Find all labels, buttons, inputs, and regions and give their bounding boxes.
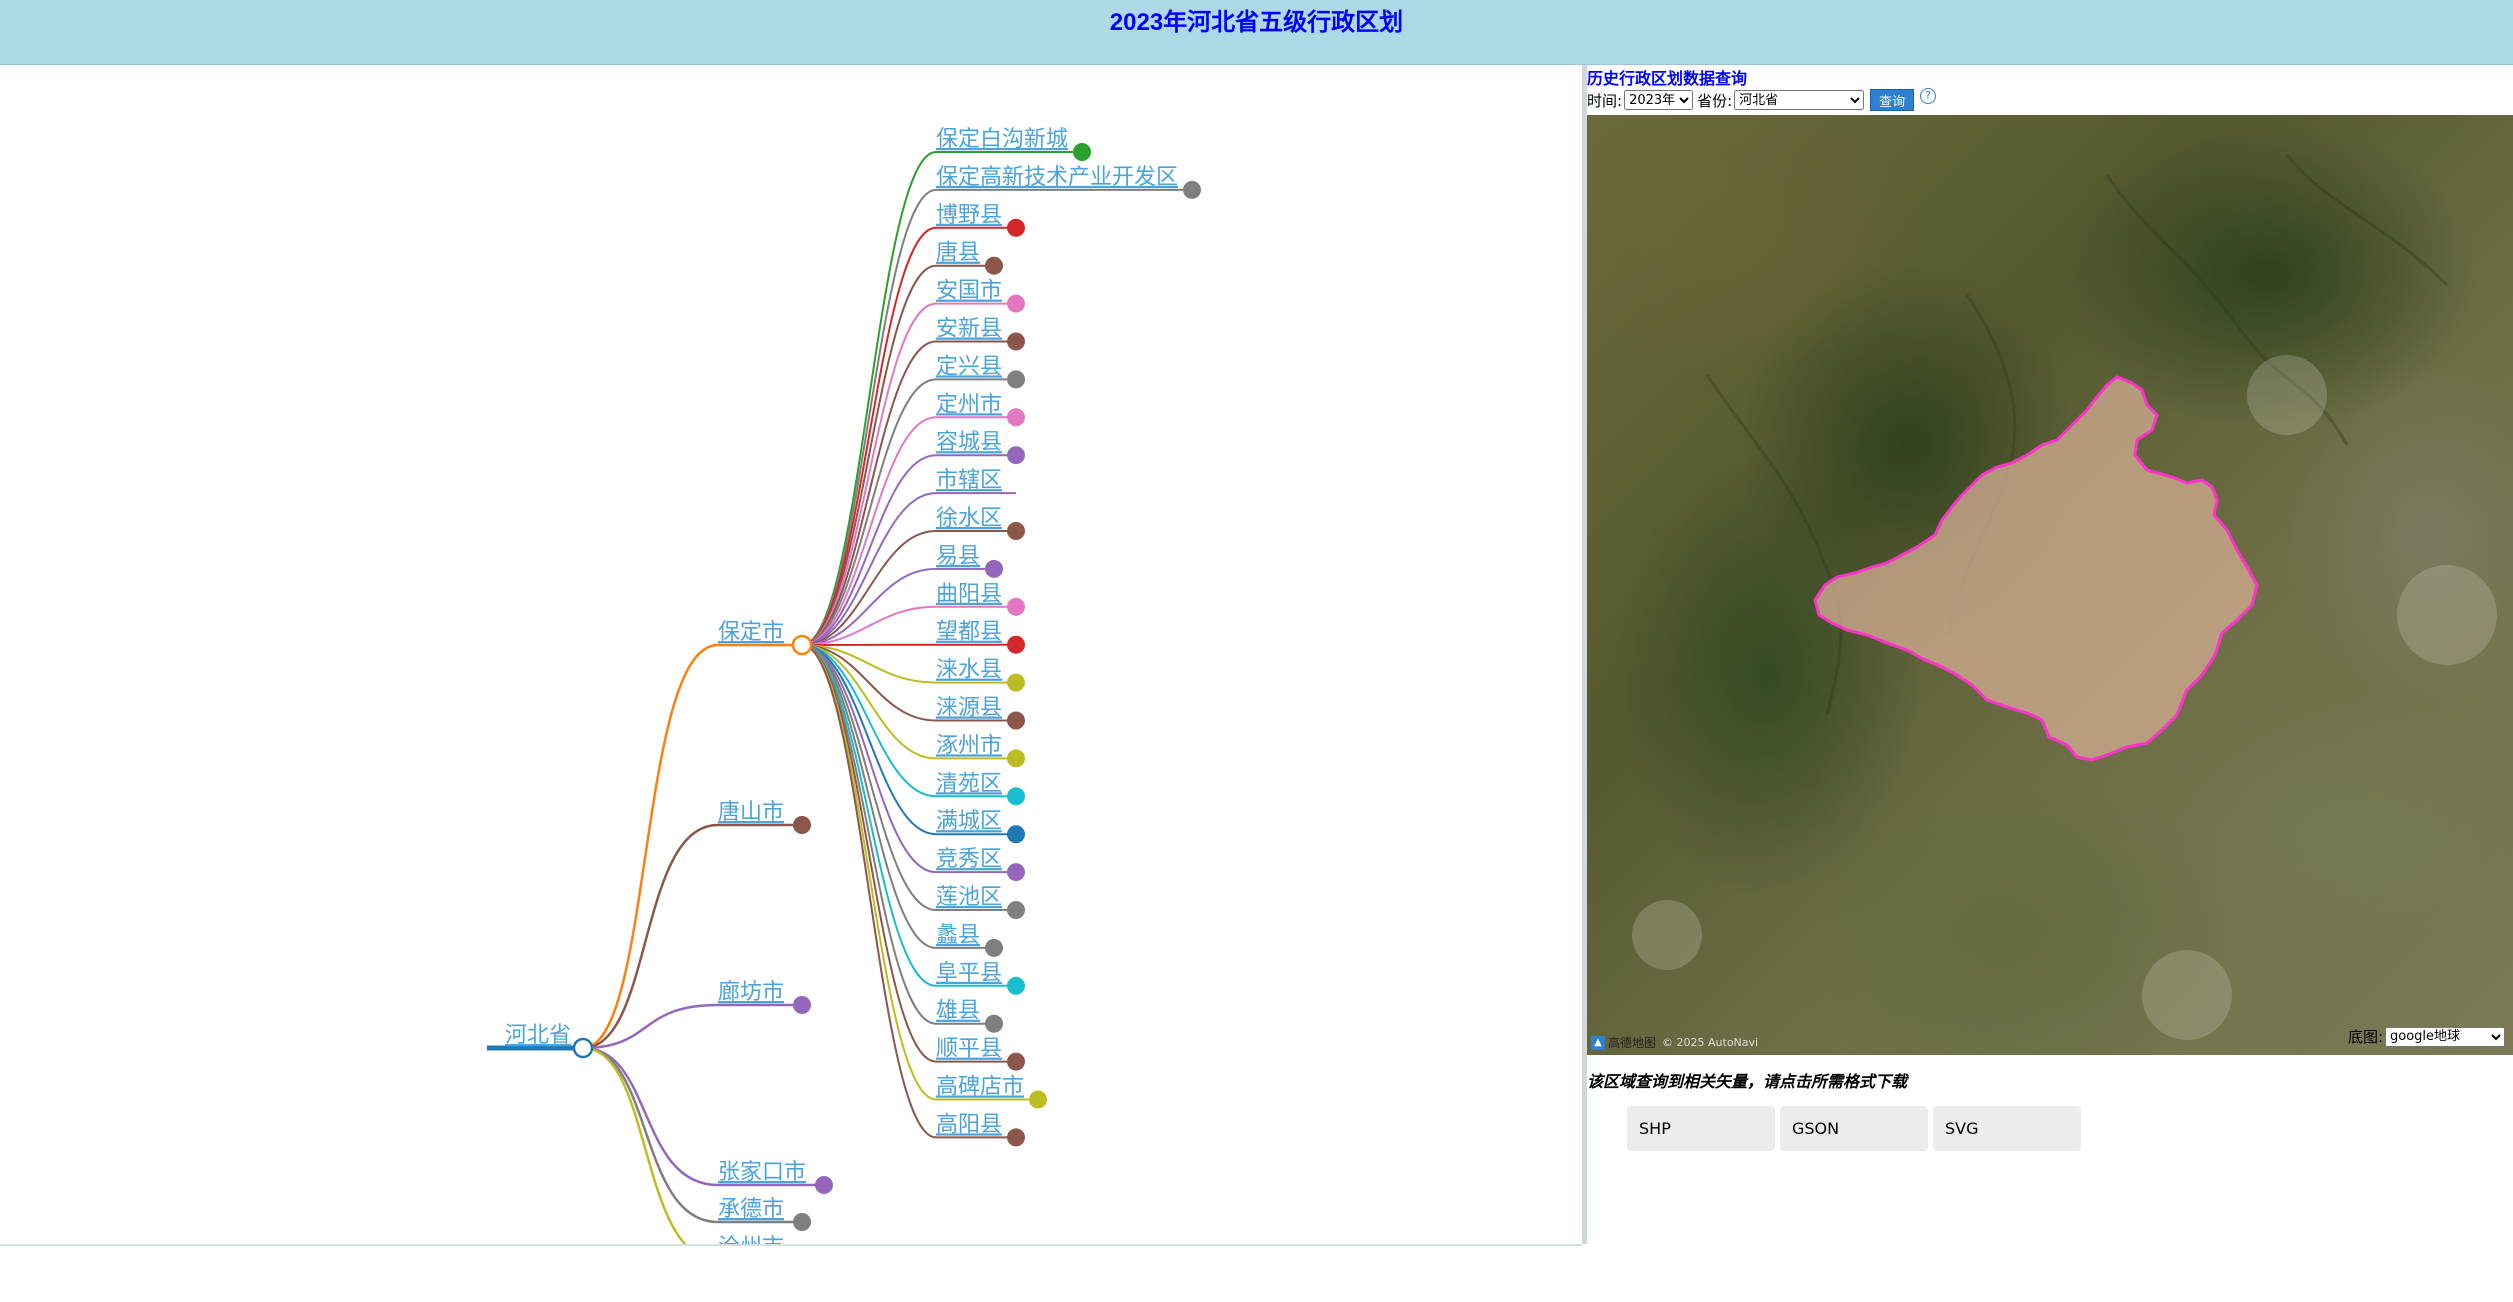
map-overlay — [1632, 154, 2497, 1040]
tree-node-county-label[interactable]: 定兴县 — [936, 354, 1002, 379]
tree-node-county-dot[interactable] — [1007, 218, 1025, 237]
download-svg-button[interactable]: SVG — [1933, 1106, 2081, 1151]
tree-node-county-label[interactable]: 曲阳县 — [936, 582, 1002, 607]
tree-node-county-label[interactable]: 易县 — [936, 544, 980, 569]
tree-bottom-border — [0, 1244, 1582, 1246]
map-provider: 高德地图 — [1608, 1036, 1657, 1050]
basemap-label: 底图: — [2347, 1028, 2383, 1046]
tree-node-city-label[interactable]: 承德市 — [718, 1197, 784, 1222]
tree-node-county-label[interactable]: 高碑店市 — [936, 1075, 1024, 1100]
tree-node-county-dot[interactable] — [1007, 1128, 1025, 1147]
tree-edges — [487, 151, 1192, 1244]
tree-node-county-label[interactable]: 涞水县 — [936, 658, 1002, 683]
tree-node-county-dot[interactable] — [985, 256, 1003, 275]
map-copyright: © 2025 AutoNavi — [1662, 1036, 1759, 1049]
time-select[interactable]: 2023年 — [1624, 90, 1694, 110]
download-gson-button[interactable]: GSON — [1780, 1106, 1928, 1151]
query-form: 时间: 2023年 省份: 河北省 查询 ? — [1587, 88, 1937, 111]
tree-node-city-label[interactable]: 保定市 — [718, 620, 784, 645]
tree-node-city-expanded[interactable] — [791, 634, 813, 656]
tree-node-county-dot[interactable] — [1007, 863, 1025, 882]
tree-node-county-dot[interactable] — [1007, 332, 1025, 351]
province-label: 省份: — [1697, 91, 1733, 110]
tree-node-county-label[interactable]: 唐县 — [936, 241, 980, 266]
amap-logo-icon: ▲ — [1591, 1035, 1605, 1050]
tree-node-county-dot[interactable] — [1007, 294, 1025, 313]
tree-node-county-label[interactable]: 保定白沟新城 — [936, 127, 1068, 152]
tree-node-county-dot[interactable] — [1007, 597, 1025, 616]
tree-node-county-dot[interactable] — [985, 559, 1003, 578]
tree-node-county-label[interactable]: 竞秀区 — [936, 847, 1002, 872]
time-label: 时间: — [1587, 91, 1623, 110]
province-select[interactable]: 河北省 — [1734, 90, 1865, 110]
basemap-control: 底图: google地球 — [2348, 1026, 2505, 1047]
tree-node-county-dot[interactable] — [1007, 635, 1025, 654]
download-buttons: SHP GSON SVG — [1627, 1106, 2081, 1151]
tree-node-county-label[interactable]: 蠡县 — [936, 923, 980, 948]
tree-node-county-label[interactable]: 保定高新技术产业开发区 — [936, 165, 1178, 190]
header-bar: 2023年河北省五级行政区划 — [0, 0, 2513, 65]
query-title: 历史行政区划数据查询 — [1587, 69, 1748, 88]
tree-node-county-label[interactable]: 涿州市 — [936, 733, 1002, 758]
tree-node-county-label[interactable]: 高阳县 — [936, 1112, 1002, 1137]
map-view[interactable]: ▲ 高德地图 © 2025 AutoNavi 底图: google地球 — [1587, 115, 2513, 1055]
tree-node-county-label[interactable]: 莲池区 — [936, 885, 1002, 910]
tree-node-county-dot[interactable] — [1007, 408, 1025, 427]
download-note: 该区域查询到相关矢量，请点击所需格式下载 — [1587, 1072, 1908, 1091]
map-attribution: ▲ 高德地图 © 2025 AutoNavi — [1591, 1034, 1758, 1051]
tree-graph[interactable]: 河北省 保定市唐山市廊坊市张家口市承德市沧州市 保定白沟新城保定高新技术产业开发区博… — [0, 65, 1582, 1244]
tree-node-county-dot[interactable] — [1007, 370, 1025, 389]
tree-node-county-dot[interactable] — [1073, 143, 1091, 161]
tree-node-county-dot[interactable] — [985, 938, 1003, 957]
tree-node-city-dot[interactable] — [793, 816, 811, 834]
tree-node-city-dot[interactable] — [815, 1176, 833, 1194]
tree-node-county-label[interactable]: 雄县 — [936, 999, 980, 1024]
tree-node-county-label[interactable]: 徐水区 — [936, 506, 1002, 531]
tree-node-county-dot[interactable] — [1007, 1052, 1025, 1071]
tree-node-city-dot[interactable] — [793, 996, 811, 1014]
tree-node-city-label[interactable]: 廊坊市 — [718, 980, 784, 1005]
tree-node-county-dot[interactable] — [1007, 825, 1025, 844]
tree-node-county-dot[interactable] — [1183, 180, 1201, 199]
tree-node-county-label[interactable]: 安新县 — [936, 317, 1002, 342]
region-boundary[interactable] — [1813, 375, 2259, 762]
tree-node-county-label[interactable]: 市辖区 — [936, 468, 1002, 493]
tree-node-county-label[interactable]: 望都县 — [936, 620, 1002, 645]
tree-node-county-dot[interactable] — [1007, 976, 1025, 995]
query-button[interactable]: 查询 — [1870, 89, 1915, 111]
tree-node-county-dot[interactable] — [1007, 787, 1025, 806]
tree-node-county-label[interactable]: 定州市 — [936, 392, 1002, 417]
tree-node-county-dot[interactable] — [1007, 522, 1025, 540]
tree-node-county-dot[interactable] — [1007, 446, 1025, 465]
query-panel: 历史行政区划数据查询 时间: 2023年 省份: 河北省 查询 ? ▲ 高德地图… — [1587, 65, 2513, 1302]
tree-node-county-label[interactable]: 阜平县 — [936, 961, 1002, 986]
tree-node-city-label[interactable]: 唐山市 — [718, 800, 784, 825]
tree-node-county-dot[interactable] — [1007, 673, 1025, 692]
tree-node-city-dot[interactable] — [793, 1213, 811, 1231]
tree-node-county-label[interactable]: 涞源县 — [936, 696, 1002, 721]
tree-node-county-label[interactable]: 博野县 — [936, 203, 1002, 228]
help-icon[interactable]: ? — [1920, 88, 1937, 104]
tree-node-county-label[interactable]: 顺平县 — [936, 1037, 1002, 1062]
tree-node-city-label[interactable]: 张家口市 — [718, 1160, 806, 1185]
tree-node-county-dot[interactable] — [1029, 1090, 1047, 1109]
tree-node-root[interactable] — [572, 1037, 594, 1059]
basemap-select[interactable]: google地球 — [2385, 1026, 2505, 1047]
tree-node-county-label[interactable]: 安国市 — [936, 279, 1002, 304]
tree-panel[interactable]: 河北省 保定市唐山市廊坊市张家口市承德市沧州市 保定白沟新城保定高新技术产业开发区博… — [0, 65, 1582, 1244]
tree-edge-city — [582, 823, 802, 1050]
tree-node-county-label[interactable]: 满城区 — [936, 809, 1002, 834]
tree-node-county-dot[interactable] — [1007, 711, 1025, 730]
tree-edge-city — [582, 1046, 802, 1224]
tree-node-root-label[interactable]: 河北省 — [505, 1023, 571, 1048]
tree-node-county-label[interactable]: 容城县 — [936, 430, 1002, 455]
page-title: 2023年河北省五级行政区划 — [1109, 9, 1404, 36]
tree-node-county-dot[interactable] — [1007, 749, 1025, 768]
tree-node-county-dot[interactable] — [1007, 901, 1025, 919]
tree-node-city-label[interactable]: 沧州市 — [718, 1235, 784, 1244]
tree-node-county-dot[interactable] — [985, 1014, 1003, 1033]
tree-node-county-label[interactable]: 清苑区 — [936, 771, 1002, 796]
download-shp-button[interactable]: SHP — [1627, 1106, 1775, 1151]
